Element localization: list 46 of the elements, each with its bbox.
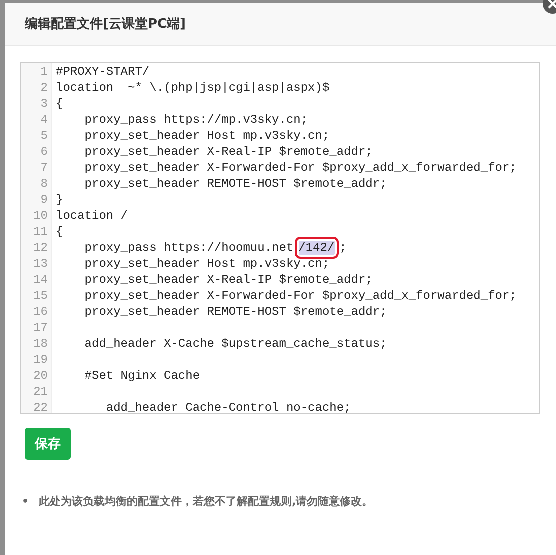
line-number: 18: [32, 336, 49, 352]
line-number: 1: [40, 64, 49, 80]
code-line: add_header X-Cache $upstream_cache_status;: [84, 336, 388, 352]
code-line: proxy_pass https://mp.v3sky.cn;: [84, 112, 310, 128]
code-line: add_header Cache-Control no-cache;: [105, 400, 352, 413]
line-number: 19: [32, 352, 49, 368]
line-number: 8: [40, 176, 49, 192]
code-line: proxy_set_header REMOTE-HOST $remote_addr;: [84, 176, 388, 192]
line-number: 21: [32, 384, 49, 400]
line-number: 3: [40, 96, 49, 112]
code-line: proxy_set_header Host mp.v3sky.cn;: [84, 128, 331, 144]
code-line: location /: [56, 208, 130, 224]
bullet-mark: •: [22, 494, 30, 510]
line-number: 11: [32, 224, 49, 240]
line-number: 15: [32, 288, 49, 304]
line-number: 4: [40, 112, 49, 128]
code-line: }: [56, 192, 64, 208]
code-line: proxy_set_header X-Forwarded-For $proxy_add_x_forwarded_for;: [84, 288, 518, 304]
code-line: proxy_set_header X-Real-IP $remote_addr;: [84, 272, 374, 288]
code-line: #Set Nginx Cache: [84, 368, 202, 384]
line-number: 17: [32, 320, 49, 336]
code-line: proxy_set_header X-Forwarded-For $proxy_add_x_forwarded_for;: [84, 160, 518, 176]
line-number: 5: [40, 128, 49, 144]
code-line: proxy_set_header Host mp.v3sky.cn;: [84, 256, 331, 272]
code-line: proxy_set_header REMOTE-HOST $remote_addr;: [84, 304, 388, 320]
line-number: 10: [32, 208, 49, 224]
line-number: 9: [40, 192, 49, 208]
code-line: #PROXY-START/: [56, 64, 151, 80]
line-number: 16: [32, 304, 49, 320]
code-line: proxy_pass https://hoomuu.net /142/ ;: [84, 240, 348, 256]
dialog-title: 编辑配置文件[云课堂PC端]: [5, 3, 556, 46]
code-line: location ~* \.(php|jsp|cgi|asp|aspx)$: [56, 80, 331, 96]
code-line: {: [56, 96, 64, 112]
line-number: 14: [32, 272, 49, 288]
note-text: 此处为该负载均衡的配置文件，若您不了解配置规则,请勿随意修改。: [39, 494, 374, 510]
line-number: 7: [40, 160, 49, 176]
code-line: {: [56, 224, 64, 240]
code-line: proxy_set_header X-Real-IP $remote_addr;: [84, 144, 374, 160]
line-number: 13: [32, 256, 49, 272]
line-number: 20: [32, 368, 49, 384]
line-number: 12: [32, 240, 49, 256]
code-editor[interactable]: [20, 62, 540, 414]
save-button[interactable]: 保存: [25, 428, 71, 460]
line-number: 6: [40, 144, 49, 160]
line-number: 2: [40, 80, 49, 96]
line-number: 22: [32, 400, 49, 413]
